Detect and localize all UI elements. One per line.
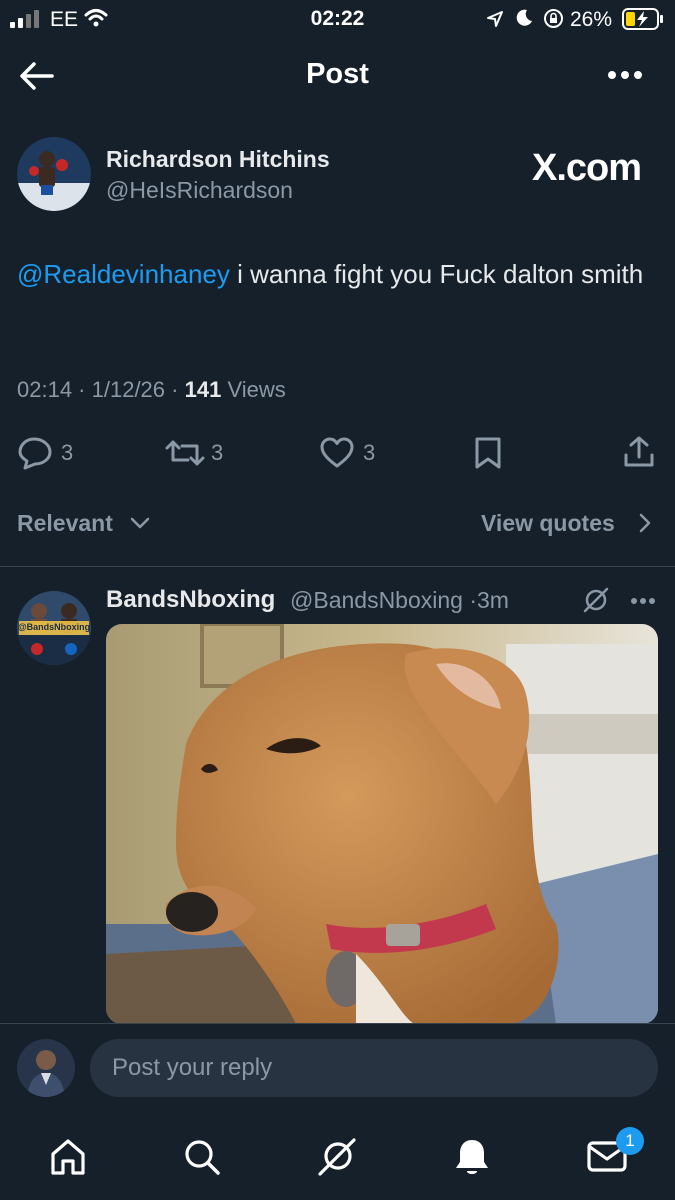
home-icon[interactable] xyxy=(48,1137,88,1177)
status-bar: EE 02:22 26% xyxy=(0,0,675,40)
battery-percent: 26% xyxy=(570,8,613,31)
rotation-lock-icon xyxy=(544,9,563,28)
reply-more-icon[interactable] xyxy=(630,597,656,605)
author-avatar[interactable] xyxy=(17,137,91,211)
like-icon[interactable] xyxy=(319,437,355,469)
reply-meta: @BandsNboxing ·3m xyxy=(290,587,509,613)
view-quotes-link[interactable]: View quotes xyxy=(481,510,615,537)
grok-icon[interactable] xyxy=(582,586,610,614)
sort-label: Relevant xyxy=(17,510,113,536)
tweet-body: i wanna fight you Fuck dalton smith xyxy=(229,259,644,289)
location-icon xyxy=(487,11,503,27)
chevron-right-icon[interactable] xyxy=(638,512,652,534)
sort-dropdown[interactable]: Relevant xyxy=(17,510,113,537)
more-options-icon[interactable] xyxy=(607,70,643,80)
divider xyxy=(0,566,675,567)
current-user-avatar[interactable] xyxy=(17,1039,75,1097)
page-title: Post xyxy=(306,58,369,90)
notifications-icon[interactable] xyxy=(452,1136,492,1178)
reply-media-image[interactable] xyxy=(106,624,658,1024)
messages-badge: 1 xyxy=(616,1127,644,1155)
chevron-down-icon[interactable] xyxy=(130,516,150,530)
search-icon[interactable] xyxy=(182,1137,222,1177)
battery-icon xyxy=(622,8,663,30)
bookmark-icon[interactable] xyxy=(473,436,503,470)
author-name[interactable]: Richardson Hitchins xyxy=(106,146,330,173)
brand-watermark: X.com xyxy=(532,147,642,189)
tweet-time: 02:14 xyxy=(17,377,73,402)
tweet-meta: 02:14 · 1/12/26 · 141 Views xyxy=(17,377,286,402)
reply-author-avatar[interactable]: @BandsNboxing xyxy=(17,591,91,665)
moon-icon xyxy=(516,9,532,26)
grok-tab-icon[interactable] xyxy=(317,1137,357,1177)
reply-author-handle[interactable]: @BandsNboxing xyxy=(290,587,463,613)
reply-count: 3 xyxy=(61,440,74,465)
author-handle[interactable]: @HeIsRichardson xyxy=(106,177,293,204)
like-count: 3 xyxy=(363,440,376,465)
repost-icon[interactable] xyxy=(164,438,206,468)
reply-age: 3m xyxy=(477,587,509,613)
share-icon[interactable] xyxy=(622,435,656,469)
reply-icon[interactable] xyxy=(17,436,53,470)
mention-link[interactable]: @Realdevinhaney xyxy=(17,259,230,289)
tweet-date: 1/12/26 xyxy=(91,377,166,402)
reply-input[interactable] xyxy=(90,1039,658,1097)
tweet-text: @Realdevinhaney i wanna fight you Fuck d… xyxy=(17,254,657,294)
repost-count: 3 xyxy=(211,440,224,465)
views-count: 141 xyxy=(184,377,222,402)
avatar-text: @BandsNboxing xyxy=(17,622,91,632)
views-label: Views xyxy=(227,377,286,402)
reply-author-name[interactable]: BandsNboxing xyxy=(106,586,275,614)
